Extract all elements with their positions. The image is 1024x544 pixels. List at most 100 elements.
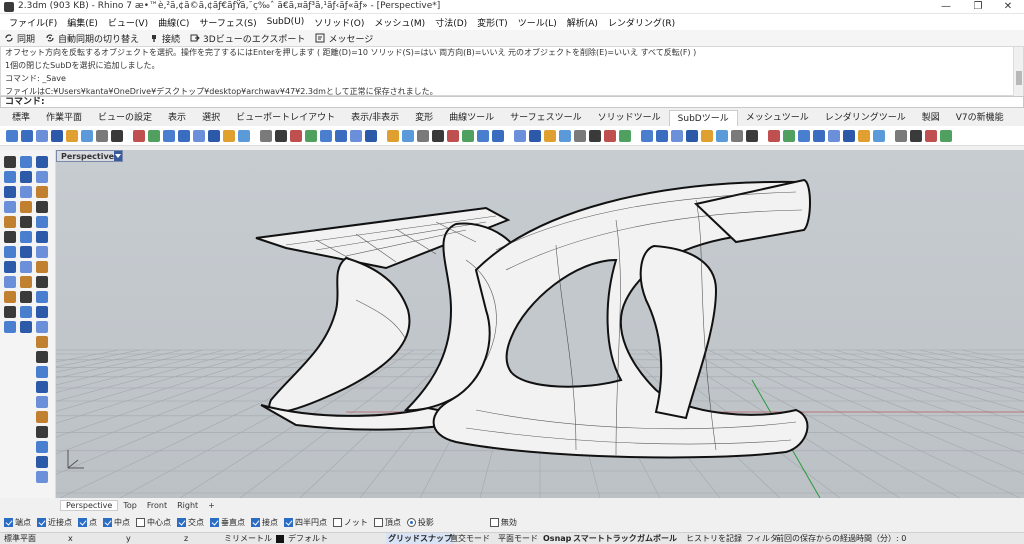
left-tool-icon[interactable]: [36, 186, 48, 198]
checkbox[interactable]: [136, 517, 145, 527]
subd-tool-icon[interactable]: [178, 130, 190, 142]
subd-tool-icon[interactable]: [365, 130, 377, 142]
checkbox[interactable]: [37, 517, 46, 527]
viewport-canvas[interactable]: [56, 150, 1024, 498]
subd-tool-icon[interactable]: [492, 130, 504, 142]
left-tool-icon[interactable]: [20, 321, 32, 333]
viewport-menu-dropdown-icon[interactable]: [114, 151, 122, 161]
left-tool-icon[interactable]: [4, 291, 16, 303]
left-tool-icon[interactable]: [36, 291, 48, 303]
checkbox[interactable]: [210, 517, 219, 527]
subd-tool-icon[interactable]: [701, 130, 713, 142]
subd-tool-icon[interactable]: [828, 130, 840, 142]
left-tool-icon[interactable]: [36, 261, 48, 273]
tab-cplanes[interactable]: 作業平面: [38, 110, 90, 126]
viewport-tab-right[interactable]: Right: [172, 501, 203, 510]
checkbox[interactable]: [78, 517, 87, 527]
viewport-tab-perspective[interactable]: Perspective: [60, 499, 119, 511]
subd-tool-icon[interactable]: [193, 130, 205, 142]
left-tool-icon[interactable]: [20, 291, 32, 303]
left-tool-icon[interactable]: [20, 276, 32, 288]
left-tool-icon[interactable]: [36, 321, 48, 333]
command-input[interactable]: コマンド:: [0, 96, 1024, 108]
osnap-knot[interactable]: ノット: [333, 517, 368, 528]
tab-viewport-layout[interactable]: ビューポートレイアウト: [228, 110, 343, 126]
viewport-tab-top[interactable]: Top: [118, 501, 142, 510]
viewport-tab-front[interactable]: Front: [142, 501, 172, 510]
subd-tool-icon[interactable]: [604, 130, 616, 142]
status-units[interactable]: ミリメートル: [224, 533, 272, 544]
osnap-vertex[interactable]: 頂点: [373, 517, 401, 528]
osnap-end[interactable]: 端点: [4, 517, 31, 528]
left-tool-icon[interactable]: [36, 441, 48, 453]
left-tool-icon[interactable]: [36, 156, 48, 168]
subd-tool-icon[interactable]: [477, 130, 489, 142]
subd-tool-icon[interactable]: [656, 130, 668, 142]
left-tool-icon[interactable]: [36, 306, 48, 318]
history-scrollbar[interactable]: [1013, 47, 1023, 97]
left-tool-icon[interactable]: [20, 261, 32, 273]
subd-tool-icon[interactable]: [417, 130, 429, 142]
checkbox[interactable]: [251, 517, 260, 527]
subd-tool-icon[interactable]: [208, 130, 220, 142]
left-tool-icon[interactable]: [36, 396, 48, 408]
menu-curve[interactable]: 曲線(C): [153, 16, 194, 29]
menu-file[interactable]: ファイル(F): [4, 16, 62, 29]
tab-mesh-tools[interactable]: メッシュツール: [738, 110, 817, 126]
subd-tool-icon[interactable]: [746, 130, 758, 142]
left-tool-icon[interactable]: [36, 336, 48, 348]
subd-tool-icon[interactable]: [768, 130, 780, 142]
subd-tool-icon[interactable]: [529, 130, 541, 142]
minimize-button[interactable]: —: [930, 0, 962, 14]
left-tool-icon[interactable]: [36, 246, 48, 258]
status-smart-track[interactable]: スマートトラック: [573, 533, 637, 544]
tab-render-tools[interactable]: レンダリングツール: [817, 110, 914, 126]
radio-button[interactable]: [406, 517, 416, 527]
auto-sync-button[interactable]: 自動同期の切り替え: [45, 32, 139, 45]
menu-surface[interactable]: サーフェス(S): [194, 16, 261, 29]
subd-tool-icon[interactable]: [462, 130, 474, 142]
subd-tool-icon[interactable]: [813, 130, 825, 142]
checkbox[interactable]: [489, 517, 499, 527]
left-tool-icon[interactable]: [4, 276, 16, 288]
subd-tool-icon[interactable]: [320, 130, 332, 142]
subd-tool-icon[interactable]: [895, 130, 907, 142]
left-tool-icon[interactable]: [20, 171, 32, 183]
checkbox[interactable]: [373, 517, 383, 527]
tab-set-view[interactable]: ビューの設定: [90, 110, 160, 126]
left-tool-icon[interactable]: [20, 156, 32, 168]
subd-tool-icon[interactable]: [873, 130, 885, 142]
subd-tool-icon[interactable]: [133, 130, 145, 142]
subd-tool-icon[interactable]: [6, 130, 18, 142]
left-tool-icon[interactable]: [4, 246, 16, 258]
tab-solid-tools[interactable]: ソリッドツール: [590, 110, 669, 126]
osnap-disable[interactable]: 無効: [489, 517, 517, 528]
left-tool-icon[interactable]: [36, 366, 48, 378]
tab-drafting[interactable]: 製図: [914, 110, 948, 126]
maximize-button[interactable]: ❐: [962, 0, 994, 14]
menu-view[interactable]: ビュー(V): [103, 16, 153, 29]
subd-tool-icon[interactable]: [432, 130, 444, 142]
subd-tool-icon[interactable]: [66, 130, 78, 142]
status-history[interactable]: ヒストリを記録: [686, 533, 742, 544]
left-tool-icon[interactable]: [36, 381, 48, 393]
left-tool-icon[interactable]: [36, 351, 48, 363]
left-tool-icon[interactable]: [20, 216, 32, 228]
subd-tool-icon[interactable]: [402, 130, 414, 142]
subd-tool-icon[interactable]: [641, 130, 653, 142]
menu-transform[interactable]: 変形(T): [472, 16, 513, 29]
checkbox[interactable]: [4, 517, 13, 527]
subd-tool-icon[interactable]: [290, 130, 302, 142]
left-tool-icon[interactable]: [36, 216, 48, 228]
subd-tool-icon[interactable]: [223, 130, 235, 142]
subd-tool-icon[interactable]: [514, 130, 526, 142]
osnap-tangent[interactable]: 接点: [251, 517, 278, 528]
left-tool-icon[interactable]: [36, 411, 48, 423]
subd-tool-icon[interactable]: [447, 130, 459, 142]
subd-tool-icon[interactable]: [36, 130, 48, 142]
osnap-near[interactable]: 近接点: [37, 517, 72, 528]
connect-button[interactable]: 接続: [149, 32, 180, 45]
left-tool-icon[interactable]: [20, 186, 32, 198]
status-layer[interactable]: デフォルト: [288, 533, 328, 544]
subd-tool-icon[interactable]: [798, 130, 810, 142]
